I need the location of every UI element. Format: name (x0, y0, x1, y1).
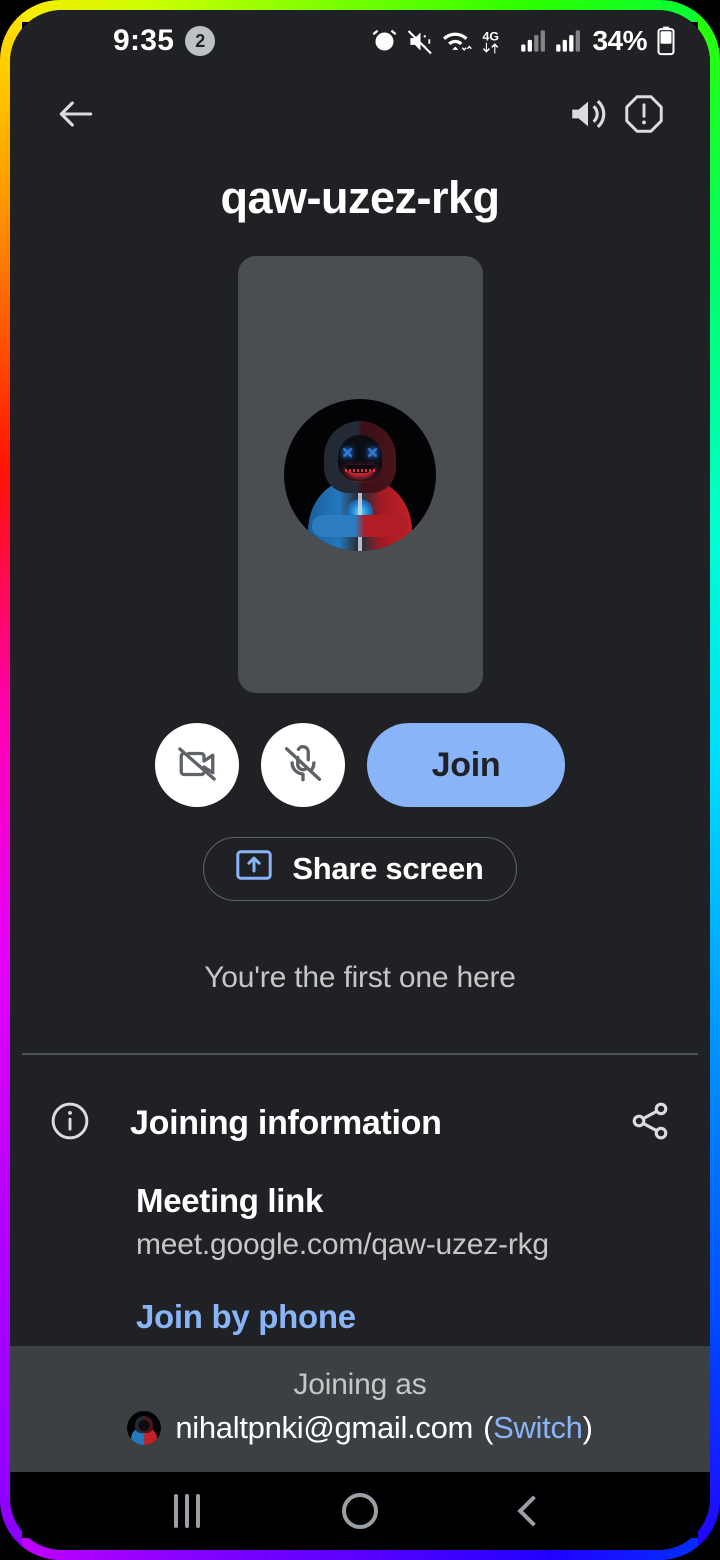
volume-up-icon (567, 93, 609, 135)
notification-count-badge: 2 (185, 26, 216, 56)
video-preview-tile[interactable]: ✕ ✕ (237, 256, 483, 693)
share-icon (628, 1102, 672, 1147)
status-bar-right: 4G 34% (371, 25, 676, 57)
videocam-off-icon (176, 743, 218, 788)
signal-bars-2-icon (555, 28, 581, 54)
switch-paren-open: ( (483, 1410, 494, 1445)
alarm-icon (371, 28, 398, 55)
first-one-here-text: You're the first one here (204, 961, 516, 994)
phone-screen: 9:35 2 4G 34% qaw-uzez-rkg ✕ ✕ Join Shar… (10, 10, 710, 1550)
meet-prejoin-screen: qaw-uzez-rkg ✕ ✕ Join Share screen You'r… (10, 72, 710, 1472)
wifi-icon (443, 28, 473, 55)
section-divider (22, 1053, 698, 1055)
volume-button[interactable] (560, 86, 616, 142)
report-problem-icon (622, 92, 666, 136)
prejoin-controls: Join (10, 723, 710, 807)
phone-frame: 9:35 2 4G 34% qaw-uzez-rkg ✕ ✕ Join Shar… (0, 0, 720, 1560)
meeting-link-value[interactable]: meet.google.com/qaw-uzez-rkg (136, 1228, 672, 1262)
app-bar (10, 72, 710, 156)
back-button[interactable] (48, 86, 104, 142)
share-meeting-button[interactable] (628, 1099, 672, 1148)
mic-toggle-button[interactable] (261, 723, 345, 807)
signal-bars-icon (520, 28, 546, 54)
status-bar-clock: 9:35 (113, 24, 175, 57)
share-screen-label: Share screen (292, 851, 484, 886)
android-nav-bar (10, 1472, 710, 1550)
joining-as-bar: Joining as nihaltpnki@gmail.com (Switch) (10, 1346, 710, 1472)
joining-information-title: Joining information (130, 1103, 442, 1142)
battery-icon (656, 26, 676, 56)
battery-percent-label: 34% (592, 25, 647, 56)
account-avatar (127, 1411, 162, 1445)
back-icon (517, 1495, 549, 1527)
home-icon (341, 1493, 378, 1529)
present-to-all-icon (236, 850, 273, 888)
joining-information-header: Joining information (48, 1099, 672, 1148)
meeting-link-label: Meeting link (136, 1181, 324, 1219)
video-preview-wrapper: ✕ ✕ (10, 256, 710, 693)
joining-as-label: Joining as (293, 1368, 427, 1401)
back-arrow-icon (54, 92, 98, 136)
camera-toggle-button[interactable] (155, 723, 239, 807)
share-screen-wrapper: Share screen (10, 837, 710, 901)
share-screen-button[interactable]: Share screen (203, 837, 517, 901)
recents-icon (173, 1494, 200, 1528)
info-outline-icon (48, 1099, 92, 1148)
joining-information-section: Joining information Meeting link meet.go… (10, 1055, 710, 1378)
avatar: ✕ ✕ (284, 398, 436, 551)
status-bar-left: 9:35 2 (113, 24, 216, 58)
status-bar: 9:35 2 4G 34% (10, 10, 710, 72)
joining-as-account-row: nihaltpnki@gmail.com (Switch) (30, 1410, 690, 1446)
switch-account-link[interactable]: Switch (493, 1410, 583, 1445)
account-email: nihaltpnki@gmail.com (Switch) (175, 1410, 593, 1446)
back-nav-button[interactable] (498, 1476, 568, 1546)
account-email-text: nihaltpnki@gmail.com (175, 1410, 474, 1445)
recents-button[interactable] (152, 1476, 222, 1546)
report-problem-button[interactable] (616, 86, 672, 142)
home-button[interactable] (325, 1476, 395, 1546)
svg-text:4G: 4G (483, 29, 500, 43)
join-by-phone-link[interactable]: Join by phone (136, 1298, 672, 1336)
switch-paren-close: ) (582, 1410, 593, 1445)
mobile-data-icon: 4G (481, 28, 511, 55)
join-button[interactable]: Join (367, 723, 565, 807)
mic-off-icon (282, 743, 324, 788)
vibrate-icon (407, 28, 434, 55)
meeting-code-title: qaw-uzez-rkg (220, 172, 500, 223)
